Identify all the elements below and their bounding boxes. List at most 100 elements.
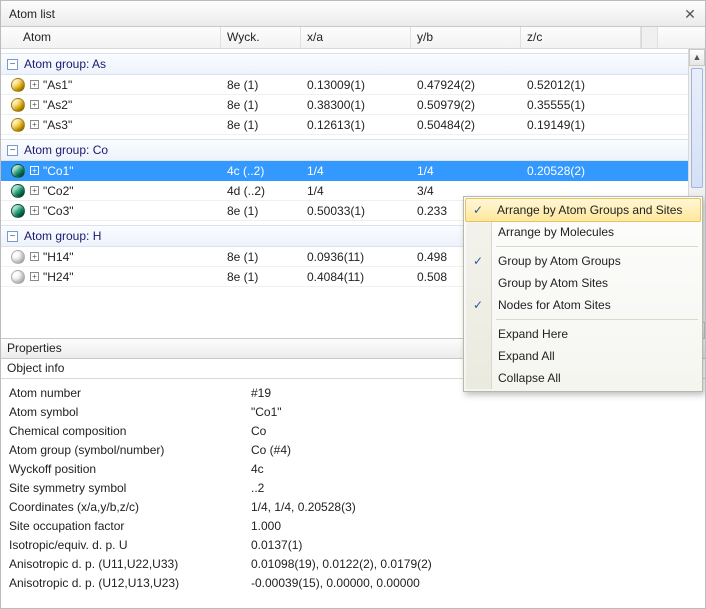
cell-zc: 0.20528(2) (521, 162, 641, 180)
cell-xa: 0.0936(11) (301, 248, 411, 266)
expand-icon[interactable]: + (30, 272, 39, 281)
table-row[interactable]: +"As1"8e (1)0.13009(1)0.47924(2)0.52012(… (1, 75, 705, 95)
cell-xa: 0.12613(1) (301, 116, 411, 134)
cell-xa: 0.50033(1) (301, 202, 411, 220)
atom-label: "As1" (43, 78, 72, 92)
atom-label: "Co1" (43, 164, 74, 178)
table-row[interactable]: +"As2"8e (1)0.38300(1)0.50979(2)0.35555(… (1, 95, 705, 115)
expand-icon[interactable]: + (30, 252, 39, 261)
property-label: Atom group (symbol/number) (1, 443, 247, 457)
cell-yb: 0.47924(2) (411, 76, 521, 94)
cell-wyck: 8e (1) (221, 268, 301, 286)
context-menu[interactable]: Arrange by Atom Groups and SitesArrange … (463, 196, 703, 392)
cell-wyck: 8e (1) (221, 248, 301, 266)
menu-item[interactable]: Arrange by Atom Groups and Sites (465, 198, 701, 222)
property-row: Isotropic/equiv. d. p. U0.0137(1) (1, 535, 705, 554)
col-header-wyck[interactable]: Wyck. (221, 27, 301, 48)
atom-ball-icon (11, 78, 25, 92)
atom-ball-icon (11, 98, 25, 112)
property-row: Atom symbol"Co1" (1, 402, 705, 421)
property-label: Anisotropic d. p. (U11,U22,U33) (1, 557, 247, 571)
cell-xa: 1/4 (301, 162, 411, 180)
property-value: 0.0137(1) (247, 538, 705, 552)
cell-yb: 1/4 (411, 162, 521, 180)
menu-separator (496, 246, 698, 247)
collapse-icon[interactable]: − (7, 145, 18, 156)
atom-ball-icon (11, 118, 25, 132)
cell-yb: 0.50484(2) (411, 116, 521, 134)
property-value: Co (247, 424, 705, 438)
cell-zc: 0.19149(1) (521, 116, 641, 134)
menu-item[interactable]: Nodes for Atom Sites (466, 294, 700, 316)
property-value: 1/4, 1/4, 0.20528(3) (247, 500, 705, 514)
cell-zc: 0.35555(1) (521, 96, 641, 114)
property-row: Site occupation factor1.000 (1, 516, 705, 535)
menu-item[interactable]: Expand All (466, 345, 700, 367)
col-header-atom[interactable]: Atom (1, 27, 221, 48)
property-label: Site symmetry symbol (1, 481, 247, 495)
property-value: 1.000 (247, 519, 705, 533)
atom-label: "As2" (43, 98, 72, 112)
col-header-xa[interactable]: x/a (301, 27, 411, 48)
property-value: 4c (247, 462, 705, 476)
expand-icon[interactable]: + (30, 206, 39, 215)
atom-label: "H24" (43, 270, 74, 284)
scroll-up-arrow-icon[interactable]: ▲ (689, 49, 705, 66)
atom-label: "H14" (43, 250, 74, 264)
table-row[interactable]: +"As3"8e (1)0.12613(1)0.50484(2)0.19149(… (1, 115, 705, 135)
cell-yb: 0.50979(2) (411, 96, 521, 114)
property-label: Atom number (1, 386, 247, 400)
property-label: Atom symbol (1, 405, 247, 419)
property-row: Coordinates (x/a,y/b,z/c)1/4, 1/4, 0.205… (1, 497, 705, 516)
property-row: Chemical compositionCo (1, 421, 705, 440)
cell-wyck: 8e (1) (221, 76, 301, 94)
menu-item[interactable]: Expand Here (466, 323, 700, 345)
expand-icon[interactable]: + (30, 166, 39, 175)
menu-item[interactable]: Group by Atom Sites (466, 272, 700, 294)
expand-icon[interactable]: + (30, 80, 39, 89)
menu-item[interactable]: Group by Atom Groups (466, 250, 700, 272)
grid-header: Atom Wyck. x/a y/b z/c (1, 27, 705, 49)
cell-wyck: 8e (1) (221, 202, 301, 220)
property-label: Site occupation factor (1, 519, 247, 533)
cell-wyck: 4c (..2) (221, 162, 301, 180)
atom-ball-icon (11, 250, 25, 264)
atom-ball-icon (11, 270, 25, 284)
expand-icon[interactable]: + (30, 120, 39, 129)
group-title: As (24, 57, 106, 71)
close-button[interactable]: ✕ (681, 5, 699, 23)
expand-icon[interactable]: + (30, 186, 39, 195)
property-label: Chemical composition (1, 424, 247, 438)
atom-list-window: Atom list ✕ Atom Wyck. x/a y/b z/c −As+"… (0, 0, 706, 609)
titlebar: Atom list ✕ (1, 1, 705, 27)
property-row: Anisotropic d. p. (U11,U22,U33)0.01098(1… (1, 554, 705, 573)
table-row[interactable]: +"Co1"4c (..2)1/41/40.20528(2) (1, 161, 705, 181)
property-row: Anisotropic d. p. (U12,U13,U23)-0.00039(… (1, 573, 705, 592)
window-title: Atom list (9, 7, 681, 21)
collapse-icon[interactable]: − (7, 231, 18, 242)
group-row[interactable]: −As (1, 53, 705, 75)
menu-item[interactable]: Collapse All (466, 367, 700, 389)
menu-separator (496, 319, 698, 320)
property-label: Wyckoff position (1, 462, 247, 476)
scroll-thumb[interactable] (691, 68, 703, 188)
menu-item[interactable]: Arrange by Molecules (466, 221, 700, 243)
expand-icon[interactable]: + (30, 100, 39, 109)
group-title: Co (24, 143, 108, 157)
atom-label: "Co3" (43, 204, 74, 218)
atom-label: "As3" (43, 118, 72, 132)
cell-xa: 0.4084(11) (301, 268, 411, 286)
property-label: Coordinates (x/a,y/b,z/c) (1, 500, 247, 514)
property-row: Site symmetry symbol..2 (1, 478, 705, 497)
group-row[interactable]: −Co (1, 139, 705, 161)
property-value: ..2 (247, 481, 705, 495)
atom-ball-icon (11, 204, 25, 218)
cell-wyck: 8e (1) (221, 96, 301, 114)
cell-zc (521, 189, 641, 193)
col-header-yb[interactable]: y/b (411, 27, 521, 48)
property-value: Co (#4) (247, 443, 705, 457)
collapse-icon[interactable]: − (7, 59, 18, 70)
group-title: H (24, 229, 101, 243)
cell-zc: 0.52012(1) (521, 76, 641, 94)
col-header-zc[interactable]: z/c (521, 27, 641, 48)
